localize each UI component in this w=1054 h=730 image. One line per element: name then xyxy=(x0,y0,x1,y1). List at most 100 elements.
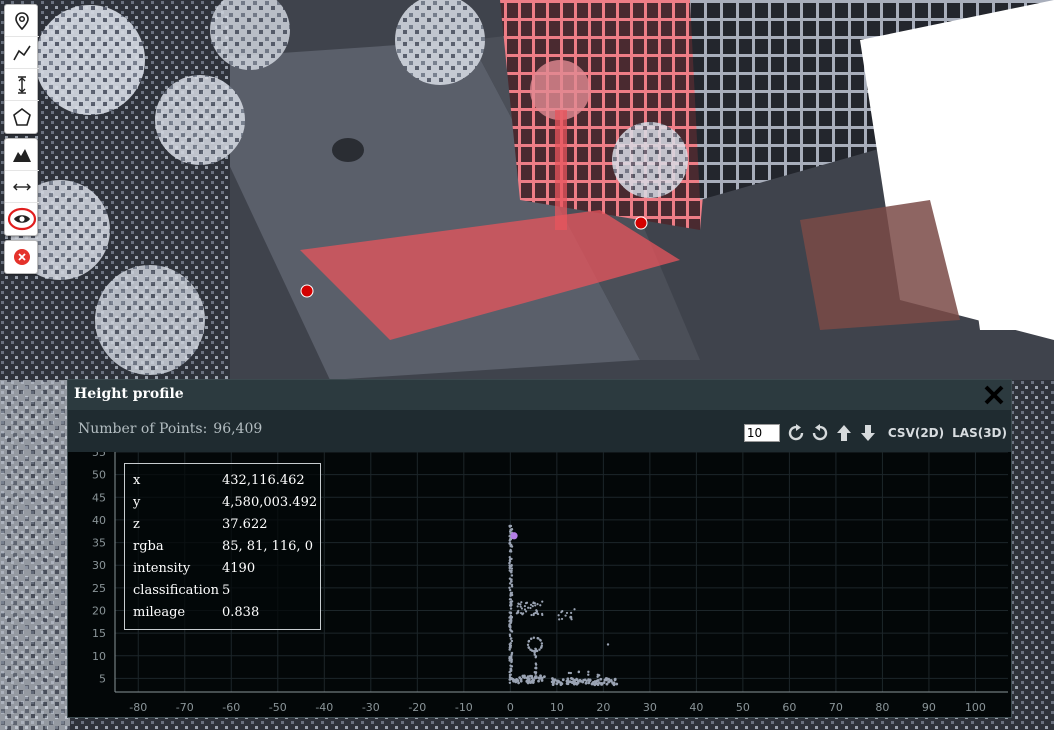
measure-toolbar xyxy=(4,4,39,278)
profile-point xyxy=(536,603,539,606)
profile-point xyxy=(533,651,536,654)
profile-point xyxy=(577,670,581,673)
profile-point xyxy=(517,602,520,606)
x-tick-label: 10 xyxy=(550,701,564,714)
profile-point xyxy=(536,637,539,640)
profile-point xyxy=(537,676,540,680)
profile-point xyxy=(508,623,511,626)
x-tick-label: -30 xyxy=(362,701,380,714)
profile-point xyxy=(535,675,538,678)
profile-point xyxy=(566,679,569,682)
arrow-down-icon[interactable] xyxy=(857,422,879,444)
close-icon[interactable] xyxy=(981,382,1007,408)
x-tick-label: 50 xyxy=(736,701,750,714)
panel-subbar: Number of Points: 96,409 CSV(2D) LAS(3D) xyxy=(68,410,1011,452)
profile-point xyxy=(584,681,588,685)
y-tick-label: 20 xyxy=(92,604,106,617)
point-size-input[interactable] xyxy=(743,424,780,442)
profile-point xyxy=(612,683,616,687)
profile-point xyxy=(510,616,513,619)
profile-start-marker[interactable] xyxy=(300,284,314,298)
profile-point xyxy=(508,567,511,570)
profile-point xyxy=(509,598,513,601)
profile-point xyxy=(540,642,544,645)
profile-point xyxy=(539,639,542,642)
profile-point xyxy=(541,600,544,603)
profile-point xyxy=(534,666,537,670)
profile-point xyxy=(523,608,527,611)
x-tick-label: -20 xyxy=(408,701,426,714)
profile-point xyxy=(510,630,514,633)
span-tool-button[interactable] xyxy=(5,171,39,203)
profile-end-marker[interactable] xyxy=(634,216,648,230)
profile-point xyxy=(508,586,511,589)
info-value: 5 xyxy=(222,583,231,598)
info-row: y 4,580,003.492 xyxy=(133,495,320,517)
profile-point xyxy=(516,605,519,608)
arrow-up-icon[interactable] xyxy=(833,422,855,444)
area-tool-button[interactable] xyxy=(5,101,39,133)
profile-point xyxy=(591,682,595,686)
profile-point xyxy=(532,602,535,605)
profile-point xyxy=(508,542,511,545)
profile-point xyxy=(560,611,563,614)
mountain-icon xyxy=(13,148,31,162)
profile-point xyxy=(509,668,512,671)
x-tick-label: -80 xyxy=(129,701,147,714)
selected-point[interactable] xyxy=(510,532,518,540)
profile-point xyxy=(613,677,617,681)
y-tick-label: 30 xyxy=(92,559,106,572)
profile-point xyxy=(564,614,567,617)
rotate-clockwise-icon[interactable] xyxy=(785,422,807,444)
profile-point xyxy=(534,647,538,651)
profile-point xyxy=(509,594,512,597)
profile-point xyxy=(510,585,514,588)
profile-point xyxy=(510,653,513,656)
profile-plot[interactable]: -80 -70 -60 -50 -40 -30 -20 -10 0 10 20 30 40 50 60 70 8… xyxy=(68,452,1011,717)
las-3d-link[interactable]: LAS(3D) xyxy=(952,426,1007,440)
profile-points xyxy=(508,524,619,687)
x-tick-label: 100 xyxy=(965,701,986,714)
tool-group-profile xyxy=(4,138,39,236)
profile-point xyxy=(575,677,578,681)
height-tool-button[interactable] xyxy=(5,69,39,101)
profile-point xyxy=(570,611,573,614)
clear-tool-button[interactable] xyxy=(5,241,39,273)
profile-point xyxy=(509,620,513,624)
csv-2d-link[interactable]: CSV(2D) xyxy=(888,426,944,440)
profile-point xyxy=(509,656,512,659)
point-tool-button[interactable] xyxy=(5,5,39,37)
profile-point xyxy=(531,678,535,682)
y-tick-label: 25 xyxy=(92,582,106,595)
info-row: x 432,116.462 xyxy=(133,473,320,495)
profile-point xyxy=(523,604,526,608)
profile-tool-button[interactable] xyxy=(5,139,39,171)
profile-point xyxy=(527,606,530,609)
profile-point xyxy=(587,673,590,676)
y-tick-label: 55 xyxy=(92,452,106,459)
rotate-counterclockwise-icon[interactable] xyxy=(809,422,831,444)
profile-point xyxy=(518,676,522,680)
profile-point xyxy=(607,680,610,683)
panel-title: Height profile xyxy=(74,386,184,402)
tool-group-clear xyxy=(4,240,38,274)
profile-point xyxy=(551,677,554,680)
y-tick-label: 15 xyxy=(92,627,106,640)
profile-point xyxy=(508,659,511,662)
view-tool-button[interactable] xyxy=(5,203,39,235)
distance-tool-button[interactable] xyxy=(5,37,39,69)
info-row: mileage 0.838 xyxy=(133,605,320,627)
profile-point xyxy=(509,628,512,631)
x-tick-label: 20 xyxy=(596,701,610,714)
polyline-icon xyxy=(13,45,31,60)
profile-point xyxy=(593,680,597,683)
profile-point xyxy=(527,646,530,649)
profile-point xyxy=(510,639,514,643)
profile-point xyxy=(535,609,538,612)
profile-point xyxy=(509,550,513,553)
profile-point xyxy=(607,677,610,681)
profile-point xyxy=(508,569,511,572)
x-tick-label: -70 xyxy=(176,701,194,714)
profile-point xyxy=(517,611,520,614)
profile-point xyxy=(523,676,527,679)
